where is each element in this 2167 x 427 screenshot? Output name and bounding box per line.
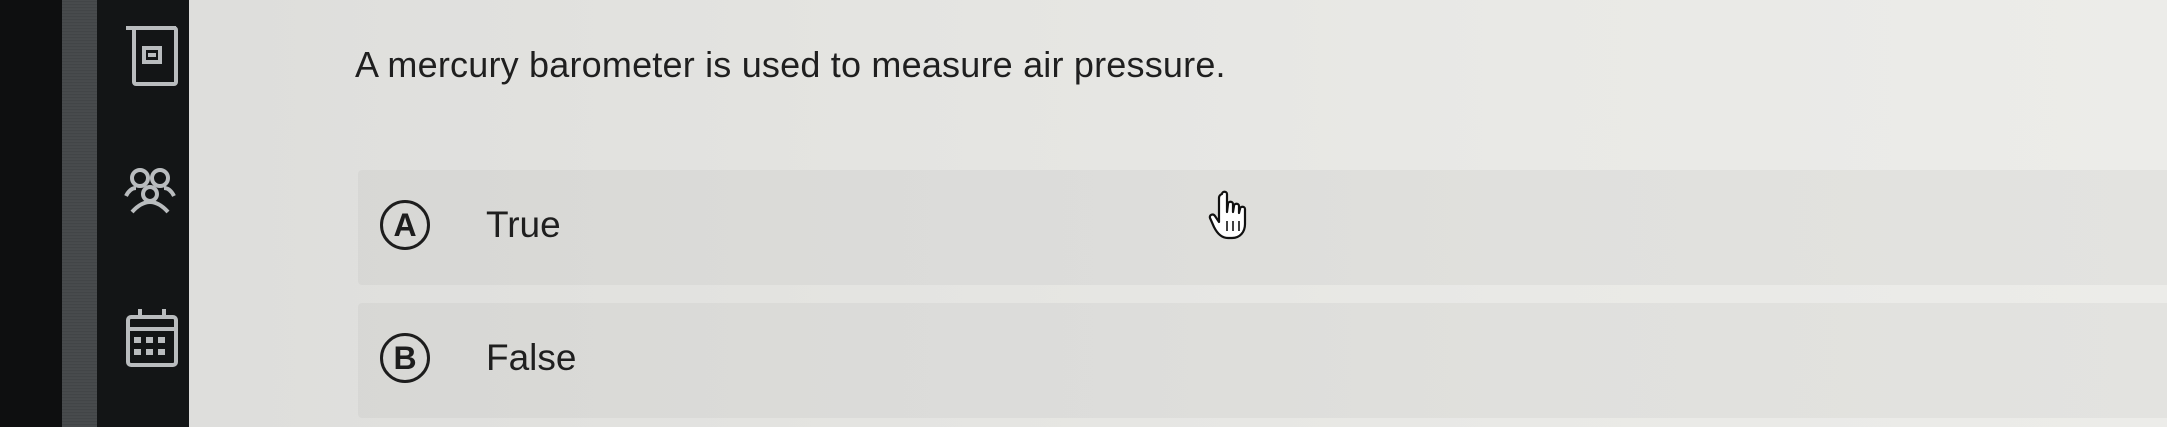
option-label-a: True (486, 204, 561, 245)
option-label-b: False (486, 337, 577, 378)
screen-edge-strip (62, 0, 97, 427)
option-a[interactable]: A True (358, 170, 2167, 285)
screen-bezel (0, 0, 62, 427)
hand-cursor-icon (1208, 190, 1252, 242)
option-letter-a: A (380, 200, 430, 250)
notebook-icon[interactable] (120, 20, 182, 90)
people-icon[interactable] (120, 160, 182, 230)
option-letter-b: B (380, 333, 430, 383)
question-text: A mercury barometer is used to measure a… (355, 44, 1226, 85)
option-b[interactable]: B False (358, 303, 2167, 418)
calendar-icon[interactable] (120, 305, 182, 375)
